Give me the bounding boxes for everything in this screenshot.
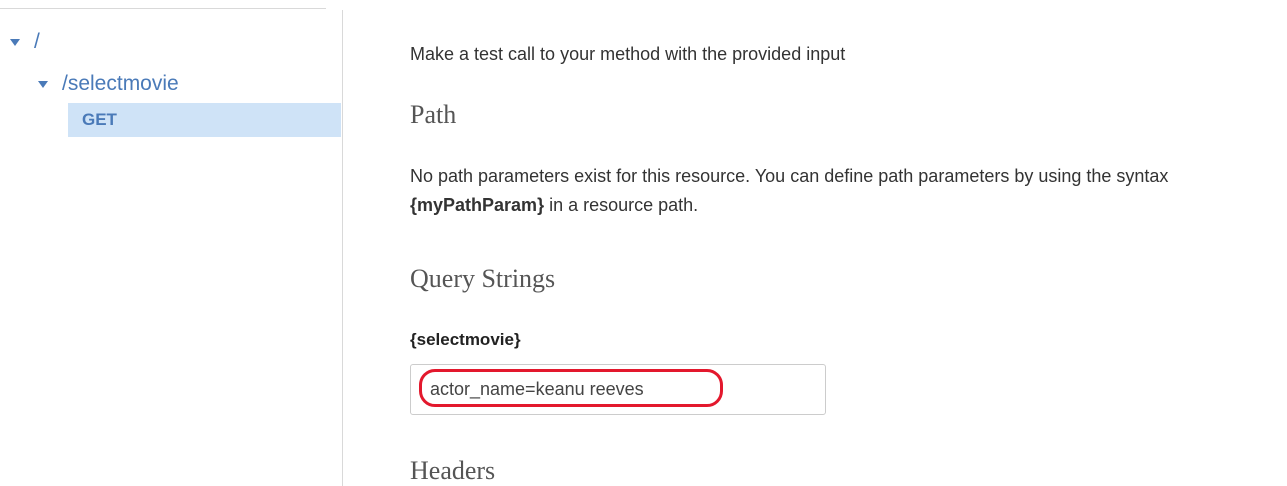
sidebar-divider [0,8,326,9]
query-strings-heading: Query Strings [410,264,556,293]
intro-text: Make a test call to your method with the… [410,44,846,64]
resource-tree-sidebar: / /selectmovie GET [0,0,342,486]
headers-heading: Headers [410,456,496,485]
caret-down-icon[interactable] [38,80,48,88]
panel-divider [342,10,343,486]
path-param-example: {myPathParam} [410,195,545,215]
tree-item-label: /selectmovie [62,72,179,95]
tree-item-label: / [34,30,40,53]
api-gateway-test-page: / /selectmovie GET Make a test call to y… [0,0,1287,486]
tree-item-root[interactable]: / [10,30,40,54]
caret-down-icon[interactable] [10,38,20,46]
path-description: No path parameters exist for this resour… [410,166,1169,215]
tree-item-get-method[interactable]: GET [68,103,341,137]
query-string-input[interactable] [410,364,826,415]
method-test-panel: Make a test call to your method with the… [410,0,1287,486]
tree-item-selectmovie[interactable]: /selectmovie [38,72,179,96]
tree-item-label: GET [82,110,117,129]
query-param-label: {selectmovie} [410,330,521,349]
path-heading: Path [410,100,457,129]
